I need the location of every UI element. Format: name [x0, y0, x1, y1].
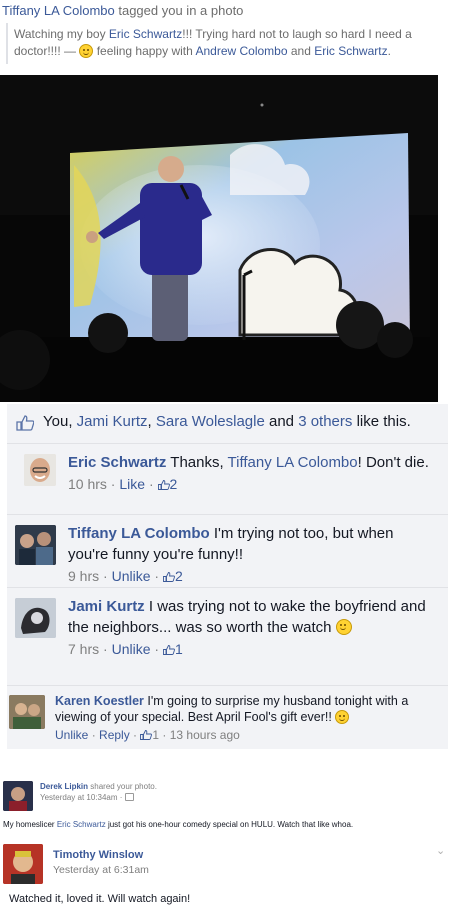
- share-time-row: Yesterday at 10:34am ·: [40, 792, 157, 803]
- comedy-stage-image: [0, 75, 438, 402]
- comment-body: Eric Schwartz Thanks, Tiffany LA Colombo…: [68, 452, 438, 495]
- unlike-comment-button[interactable]: Unlike: [112, 641, 151, 657]
- comment-time[interactable]: 10 hrs: [68, 476, 107, 492]
- with-person-link-2[interactable]: Eric Schwartz: [314, 44, 387, 58]
- avatar-image: [24, 454, 56, 486]
- likes-suffix: like this.: [356, 413, 411, 430]
- share-header: Derek Lipkin shared your photo. Yesterda…: [40, 781, 157, 803]
- post-status-text: Watching my boy Eric Schwartz!!! Trying …: [6, 23, 451, 64]
- commenter-name-link[interactable]: Eric Schwartz: [68, 454, 166, 471]
- commenter-name-link[interactable]: Jami Kurtz: [68, 598, 145, 615]
- comment-body: Tiffany LA Colombo I'm trying not too, b…: [68, 523, 438, 587]
- comment-like-icon: [140, 730, 153, 740]
- comment-text-2: ! Don't die.: [357, 454, 429, 471]
- timothy-text: Watched it, loved it. Will watch again!: [9, 893, 191, 905]
- comment-text: Thanks,: [170, 454, 224, 471]
- likes-comments-box: You, Jami Kurtz, Sara Woleslagle and 3 o…: [7, 404, 448, 749]
- actor-link[interactable]: Tiffany LA Colombo: [2, 3, 115, 18]
- avatar[interactable]: [3, 781, 33, 811]
- avatar[interactable]: [3, 844, 43, 884]
- avatar[interactable]: [24, 454, 56, 486]
- likes-comma: ,: [147, 413, 152, 430]
- commenter-name-link[interactable]: Karen Koestler: [55, 694, 144, 708]
- comment-meta: 9 hrs · Unlike · 2: [68, 568, 183, 584]
- comment-like-icon: [162, 572, 175, 582]
- avatar-image: [15, 525, 56, 565]
- comment-body: Jami Kurtz I was trying not to wake the …: [68, 596, 438, 660]
- share-text: My homeslicer Eric Schwartz just got his…: [3, 819, 448, 830]
- avatar[interactable]: [15, 598, 56, 638]
- commenter-name-link[interactable]: Tiffany LA Colombo: [68, 525, 210, 542]
- share-text-2: just got his one-hour comedy special on …: [107, 820, 354, 829]
- timothy-header: Timothy Winslow Yesterday at 6:31am: [53, 848, 149, 878]
- comment-like-count[interactable]: 1: [152, 728, 159, 742]
- timothy-name-link[interactable]: Timothy Winslow: [53, 848, 149, 863]
- smile-emoji-icon: [335, 710, 350, 724]
- likes-summary: You, Jami Kurtz, Sara Woleslagle and 3 o…: [7, 404, 448, 444]
- likes-you: You,: [43, 413, 73, 430]
- status-end: .: [387, 44, 391, 58]
- sharer-name-link[interactable]: Derek Lipkin: [40, 782, 88, 791]
- liker-link-2[interactable]: Sara Woleslagle: [156, 413, 265, 430]
- comment-time[interactable]: 9 hrs: [68, 568, 99, 584]
- audience-icon[interactable]: [124, 793, 134, 801]
- reply-button[interactable]: Reply: [99, 728, 130, 742]
- comment-meta: 10 hrs · Like · 2: [68, 476, 178, 492]
- comment-time[interactable]: 13 hours ago: [170, 728, 240, 742]
- tagged-photo[interactable]: [0, 75, 438, 402]
- with-person-link-1[interactable]: Andrew Colombo: [195, 44, 287, 58]
- share-action-text: shared your photo.: [90, 782, 157, 791]
- comment-body: Karen Koestler I'm going to surprise my …: [55, 693, 435, 743]
- timothy-time[interactable]: Yesterday at 6:31am: [53, 863, 149, 878]
- share-text-1: My homeslicer: [3, 820, 55, 829]
- avatar-image: [3, 844, 43, 884]
- comment-like-count[interactable]: 2: [170, 476, 178, 492]
- comment-item: Tiffany LA Colombo I'm trying not too, b…: [7, 515, 448, 588]
- comment-meta: Unlike · Reply · 1 · 13 hours ago: [55, 728, 240, 742]
- feeling-text: feeling happy with: [96, 44, 193, 58]
- post-action-text: tagged you in a photo: [118, 3, 244, 18]
- avatar-image: [3, 781, 33, 811]
- avatar-image: [15, 598, 56, 638]
- comment-like-icon: [157, 480, 170, 490]
- comment-meta: 7 hrs · Unlike · 1: [68, 641, 183, 657]
- liker-link-1[interactable]: Jami Kurtz: [77, 413, 148, 430]
- share-time[interactable]: Yesterday at 10:34am: [40, 793, 118, 802]
- comment-like-count[interactable]: 2: [175, 568, 183, 584]
- unlike-comment-button[interactable]: Unlike: [112, 568, 151, 584]
- comment-time[interactable]: 7 hrs: [68, 641, 99, 657]
- comment-item: Karen Koestler I'm going to surprise my …: [7, 686, 448, 749]
- comment-item: Jami Kurtz I was trying not to wake the …: [7, 588, 448, 686]
- likes-others-link[interactable]: 3 others: [298, 413, 352, 430]
- unlike-comment-button[interactable]: Unlike: [55, 728, 88, 742]
- comment-like-count[interactable]: 1: [175, 641, 183, 657]
- smile-emoji-icon: [79, 44, 94, 58]
- and-text: and: [290, 44, 311, 58]
- avatar-image: [9, 695, 45, 729]
- likes-and: and: [268, 413, 295, 430]
- like-comment-button[interactable]: Like: [119, 476, 145, 492]
- chevron-down-icon[interactable]: ⌄: [436, 844, 445, 857]
- avatar[interactable]: [15, 525, 56, 565]
- status-prefix: Watching my boy: [14, 27, 109, 41]
- smile-emoji-icon: [335, 619, 352, 635]
- share-mention-link[interactable]: Eric Schwartz: [57, 820, 106, 829]
- status-person-link[interactable]: Eric Schwartz: [109, 27, 182, 41]
- like-thumb-icon: [16, 415, 34, 431]
- avatar[interactable]: [9, 695, 45, 729]
- mention-link[interactable]: Tiffany LA Colombo: [228, 454, 358, 471]
- comment-like-icon: [162, 645, 175, 655]
- comment-item: Eric Schwartz Thanks, Tiffany LA Colombo…: [7, 444, 448, 515]
- post-header: Tiffany LA Colombo tagged you in a photo: [2, 3, 449, 18]
